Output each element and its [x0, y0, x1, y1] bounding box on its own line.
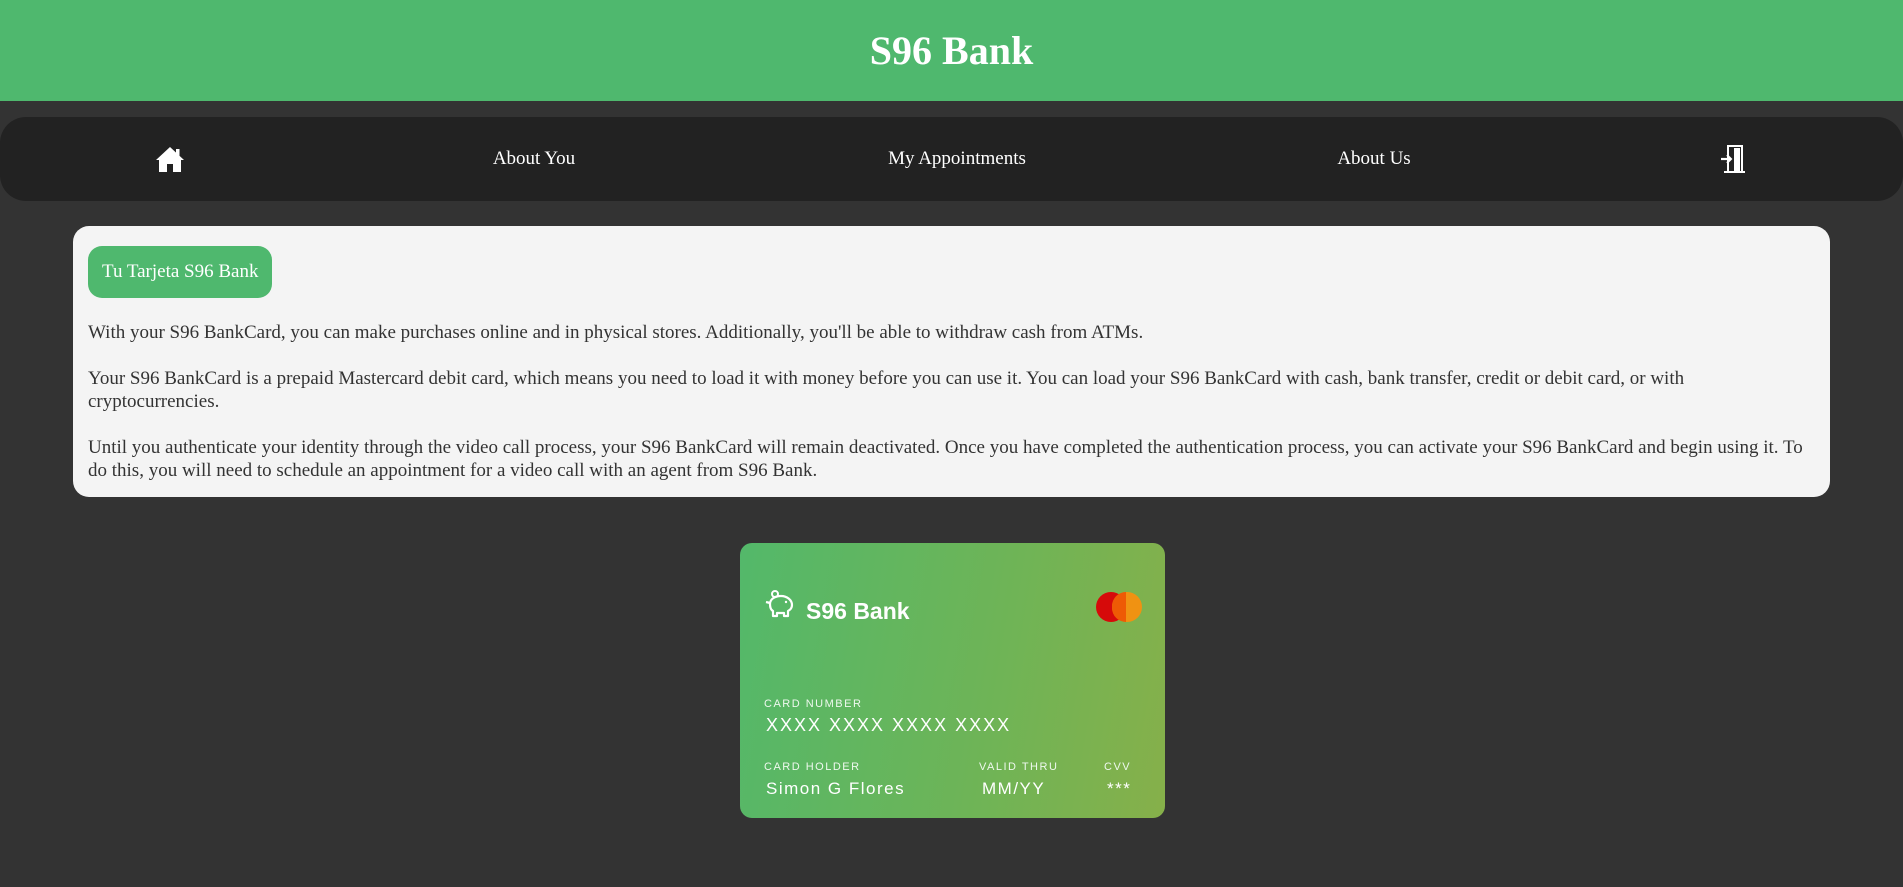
- section-badge: Tu Tarjeta S96 Bank: [88, 246, 273, 298]
- card-number-label: CARD NUMBER: [764, 698, 863, 710]
- info-paragraph-1: With your S96 BankCard, you can make pur…: [88, 322, 1144, 343]
- card-bank-name: S96 Bank: [806, 598, 910, 624]
- bank-card: S96 Bank CARD NUMBER XXXX XXXX XXXX XXXX…: [740, 543, 1165, 818]
- card-holder: Simon G Flores: [766, 779, 906, 798]
- door-exit-icon[interactable]: [1719, 144, 1747, 174]
- site-title: S96 Bank: [869, 28, 1034, 73]
- card-info-panel: Tu Tarjeta S96 Bank With your S96 BankCa…: [73, 226, 1830, 497]
- main-navbar: About You My Appointments About Us: [0, 117, 1903, 201]
- info-paragraph-3: Until you authenticate your identity thr…: [88, 437, 1803, 481]
- home-icon[interactable]: [155, 144, 185, 174]
- card-number: XXXX XXXX XXXX XXXX: [766, 715, 1012, 735]
- valid-thru: MM/YY: [982, 779, 1046, 798]
- nav-home[interactable]: [155, 117, 185, 201]
- valid-thru-label: VALID THRU: [979, 761, 1059, 773]
- site-header: S96 Bank: [0, 0, 1903, 101]
- mastercard-logo: [1096, 592, 1144, 624]
- cvv-value: ***: [1107, 779, 1132, 798]
- nav-logout[interactable]: [1719, 117, 1747, 201]
- cvv-label: CVV: [1104, 761, 1132, 773]
- nav-my-appointments[interactable]: My Appointments: [888, 117, 1026, 201]
- card-holder-label: CARD HOLDER: [764, 761, 861, 773]
- piggy-bank-icon: [764, 590, 796, 627]
- nav-about-us[interactable]: About Us: [1337, 117, 1410, 201]
- card-brand: S96 Bank: [764, 590, 910, 627]
- info-paragraph-2: Your S96 BankCard is a prepaid Mastercar…: [88, 368, 1685, 412]
- nav-about-you[interactable]: About You: [493, 117, 575, 201]
